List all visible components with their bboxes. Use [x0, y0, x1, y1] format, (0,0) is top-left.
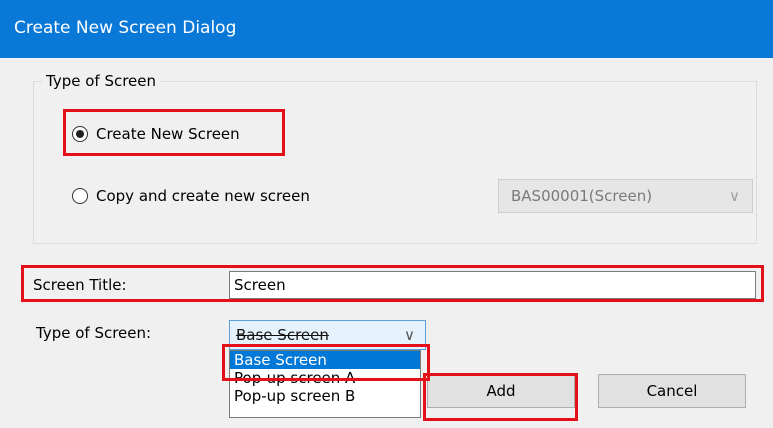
create-new-screen-label: Create New Screen: [96, 125, 240, 143]
type-of-screen-group: [33, 81, 757, 244]
chevron-down-icon: ∨: [404, 326, 415, 344]
copy-source-value: BAS00001(Screen): [511, 187, 653, 205]
screen-title-input[interactable]: [229, 271, 756, 299]
copy-create-radio[interactable]: [72, 188, 88, 204]
dropdown-option-popup-a[interactable]: Pop-up screen A: [230, 369, 420, 387]
dialog-titlebar: Create New Screen Dialog: [0, 0, 773, 58]
create-new-screen-radio-row[interactable]: Create New Screen: [72, 125, 240, 143]
screen-title-label: Screen Title:: [33, 276, 127, 294]
cancel-button[interactable]: Cancel: [598, 374, 746, 408]
copy-create-label: Copy and create new screen: [96, 187, 310, 205]
chevron-down-icon: ∨: [729, 187, 740, 205]
add-button[interactable]: Add: [427, 374, 575, 408]
screen-type-label: Type of Screen:: [36, 324, 152, 342]
group-legend: Type of Screen: [42, 72, 161, 90]
dropdown-option-base-screen[interactable]: Base Screen: [230, 351, 420, 369]
dropdown-option-popup-b[interactable]: Pop-up screen B: [230, 387, 420, 405]
screen-type-dropdown-list: Base Screen Pop-up screen A Pop-up scree…: [229, 350, 421, 418]
screen-type-select[interactable]: Base Screen ∨: [229, 320, 426, 350]
copy-source-select: BAS00001(Screen) ∨: [498, 179, 753, 213]
create-new-screen-radio[interactable]: [72, 126, 88, 142]
screen-type-value: Base Screen: [236, 326, 329, 344]
copy-create-radio-row[interactable]: Copy and create new screen: [72, 187, 310, 205]
dialog-title: Create New Screen Dialog: [14, 18, 237, 38]
